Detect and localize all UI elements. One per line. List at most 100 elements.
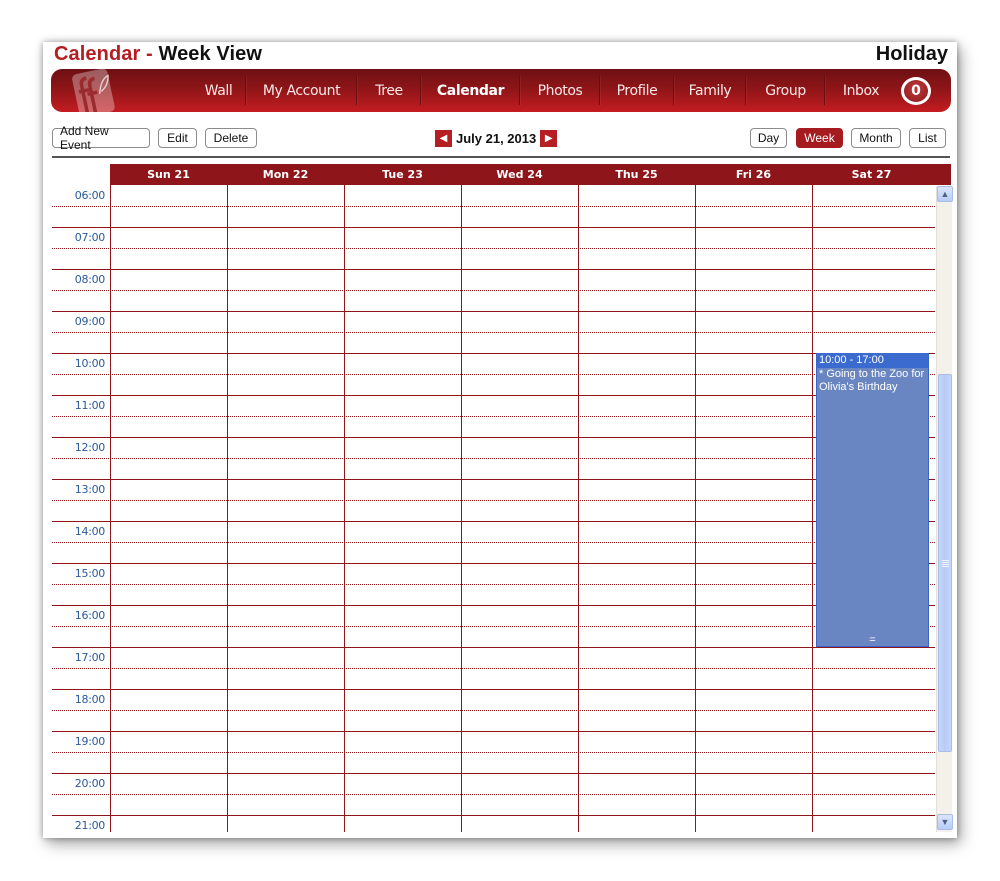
day-header-row: Sun 21 Mon 22 Tue 23 Wed 24 Thu 25 Fri 2…: [110, 164, 951, 185]
arrow-right-icon: ▶: [544, 132, 553, 144]
half-hour-divider: [52, 542, 935, 543]
day-column-divider: [578, 185, 579, 832]
hour-divider: [52, 689, 935, 690]
nav-item-label: Profile: [616, 82, 658, 99]
hour-label: 11:00: [74, 399, 106, 412]
hour-label: 21:00: [74, 819, 106, 832]
nav-item-label: Wall: [204, 82, 233, 99]
hour-row: 15:00: [52, 563, 935, 605]
hour-label: 07:00: [74, 231, 106, 244]
calendar-page: Calendar - Week View Holiday Wall My Acc…: [43, 42, 957, 838]
nav-item-label: Photos: [537, 82, 583, 99]
hour-row: 10:00: [52, 353, 935, 395]
half-hour-divider: [52, 374, 935, 375]
logo-icon[interactable]: [65, 69, 121, 112]
hour-row: 19:00: [52, 731, 935, 773]
day-header: Wed 24: [496, 168, 543, 181]
previous-week-button[interactable]: ◀: [435, 129, 452, 147]
hour-row: 21:00: [52, 815, 935, 832]
hour-label: 16:00: [74, 609, 106, 622]
delete-button[interactable]: Delete: [205, 128, 257, 148]
day-header: Sat 27: [851, 168, 892, 181]
day-column-divider: [227, 185, 228, 832]
scrollbar-grip: [942, 563, 949, 565]
calendar-event[interactable]: 10:00 - 17:00 * Going to the Zoo for Oliv…: [816, 353, 929, 647]
nav-item-label: Group: [765, 82, 806, 99]
time-grid[interactable]: 06:00 07:00 08:00 09:00 10:00 11:00 12:00 13:00…: [52, 185, 936, 832]
hour-row: 09:00: [52, 311, 935, 353]
nav-item-wall[interactable]: Wall: [191, 69, 246, 112]
hour-divider: [52, 437, 935, 438]
hour-divider: [52, 479, 935, 480]
half-hour-divider: [52, 332, 935, 333]
vertical-scrollbar[interactable]: ▲ ▼: [936, 186, 953, 832]
half-hour-divider: [52, 626, 935, 627]
day-header: Tue 23: [382, 168, 423, 181]
hour-row: 18:00: [52, 689, 935, 731]
hour-label: 09:00: [74, 315, 106, 328]
chevron-down-icon: ▼: [940, 817, 950, 827]
view-month-button[interactable]: Month: [851, 128, 901, 148]
nav-item-tree[interactable]: Tree: [357, 69, 421, 112]
hour-divider: [52, 815, 935, 816]
hour-label: 08:00: [74, 273, 106, 286]
half-hour-divider: [52, 710, 935, 711]
week-calendar: Sun 21 Mon 22 Tue 23 Wed 24 Thu 25 Fri 2…: [52, 164, 953, 832]
add-new-event-button[interactable]: Add New Event: [52, 124, 150, 152]
inbox-count-badge[interactable]: 0: [901, 77, 931, 105]
hour-label: 06:00: [74, 189, 106, 202]
scroll-up-button[interactable]: ▲: [937, 186, 953, 202]
nav-item-label: Inbox: [842, 82, 880, 99]
day-column-divider: [812, 185, 813, 832]
hour-divider: [52, 395, 935, 396]
nav-item-family[interactable]: Family: [674, 69, 746, 112]
hour-divider: [52, 521, 935, 522]
hour-divider: [52, 647, 935, 648]
hour-label: 14:00: [74, 525, 106, 538]
nav-item-photos[interactable]: Photos: [520, 69, 600, 112]
event-title: * Going to the Zoo for Olivia's Birthday: [819, 368, 925, 393]
nav-item-inbox[interactable]: Inbox: [825, 69, 897, 112]
current-date: July 21, 2013: [456, 130, 537, 146]
next-week-button[interactable]: ▶: [540, 129, 558, 147]
half-hour-divider: [52, 794, 935, 795]
view-week-button[interactable]: Week: [796, 128, 843, 148]
hour-divider: [52, 269, 935, 270]
day-column-divider: [344, 185, 345, 832]
hour-divider: [52, 311, 935, 312]
edit-button[interactable]: Edit: [158, 128, 197, 148]
half-hour-divider: [52, 668, 935, 669]
scroll-down-button[interactable]: ▼: [937, 814, 953, 830]
day-column-divider: [461, 185, 462, 832]
nav-item-calendar[interactable]: Calendar: [421, 69, 520, 112]
nav-item-my-account[interactable]: My Account: [246, 69, 357, 112]
event-resize-handle[interactable]: =: [817, 635, 928, 646]
hour-label: 18:00: [74, 693, 106, 706]
day-column-divider: [695, 185, 696, 832]
chevron-up-icon: ▲: [940, 189, 950, 199]
day-header: Fri 26: [735, 168, 772, 181]
hour-row: 06:00: [52, 185, 935, 227]
main-navbar: Wall My Account Tree Calendar Photos Pro…: [51, 69, 951, 112]
date-navigator: ◀ July 21, 2013 ▶: [435, 128, 558, 148]
half-hour-divider: [52, 500, 935, 501]
hour-divider: [52, 773, 935, 774]
view-day-button[interactable]: Day: [750, 128, 787, 148]
scrollbar-thumb[interactable]: [938, 373, 952, 752]
half-hour-divider: [52, 584, 935, 585]
hour-row: 17:00: [52, 647, 935, 689]
hour-divider: [52, 563, 935, 564]
hour-divider: [52, 731, 935, 732]
nav-item-label: Family: [688, 82, 732, 99]
calendar-toolbar: Add New Event Edit Delete ◀ July 21, 201…: [52, 124, 946, 152]
half-hour-divider: [52, 416, 935, 417]
hour-row: 14:00: [52, 521, 935, 563]
view-list-button[interactable]: List: [909, 128, 946, 148]
nav-item-profile[interactable]: Profile: [600, 69, 674, 112]
hour-label: 20:00: [74, 777, 106, 790]
nav-item-group[interactable]: Group: [746, 69, 825, 112]
group-name: Holiday: [875, 43, 948, 65]
page-title: Calendar - Week View: [54, 43, 262, 66]
hour-label: 10:00: [74, 357, 106, 370]
hour-label: 13:00: [74, 483, 106, 496]
